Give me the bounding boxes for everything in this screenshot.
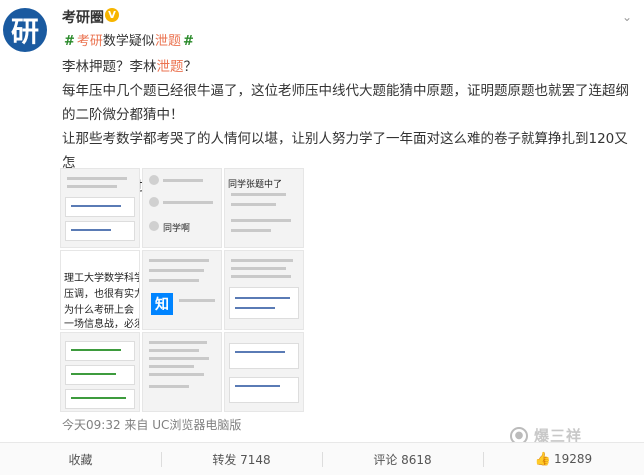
thumb-caption: 同学啊: [163, 224, 191, 234]
thumb-line: 为什么考研上会: [64, 305, 134, 316]
thumb-line: 一场信息战，必须会: [64, 319, 139, 330]
post-header: 研 考研圈 V ⌄ # 考研数学疑似泄题 #: [0, 0, 644, 58]
gallery-image-1[interactable]: [60, 168, 140, 248]
thumb-line: 理工大学数学科学学: [64, 273, 139, 284]
thumb-line: 压调，也很有实力，: [64, 289, 139, 300]
post-line-3: 的二阶微分都猜中！: [62, 107, 184, 123]
topic-tag[interactable]: # 考研数学疑似泄题 #: [62, 30, 196, 49]
gallery-image-7[interactable]: [60, 332, 140, 412]
comment-button[interactable]: 评论 8618: [322, 443, 483, 475]
gallery-image-9[interactable]: [224, 332, 304, 412]
thumbs-up-icon: 👍: [534, 451, 551, 467]
gallery-image-3[interactable]: 同学张题中了: [224, 168, 304, 248]
repost-button[interactable]: 转发 7148: [161, 443, 322, 475]
post-line-2: 每年压中几个题已经很牛逼了，这位老师压中线代大题能猜中原题，证明题原题也就罢了连…: [62, 83, 629, 99]
image-gallery: 同学啊 同学张题中了 理工大学数学科学学 压调，也很有实力， 为什么考研上会 一…: [60, 168, 312, 412]
topic-highlight: 泄题: [154, 34, 181, 49]
verified-badge-icon: V: [105, 8, 119, 22]
post-meta: 今天09:32 来自 UC浏览器电脑版: [62, 418, 242, 432]
gallery-image-2[interactable]: 同学啊: [142, 168, 222, 248]
zhihu-logo-icon: 知: [151, 293, 173, 315]
thumb-caption: 同学张题中了: [228, 180, 283, 190]
chevron-down-icon[interactable]: ⌄: [622, 10, 632, 24]
collect-button[interactable]: 收藏: [0, 443, 161, 475]
like-count: 19289: [554, 452, 593, 466]
highlight-link[interactable]: 泄题: [157, 59, 184, 75]
gallery-image-6[interactable]: [224, 250, 304, 330]
topic-hash-icon: #: [182, 34, 194, 49]
like-button[interactable]: 👍 19289: [483, 443, 644, 475]
post-line-1: 李林押题？李林泄题？: [62, 59, 197, 75]
author-name[interactable]: 考研圈: [62, 7, 104, 27]
topic-middle: 数学疑似: [102, 34, 155, 49]
gallery-image-8[interactable]: [142, 332, 222, 412]
author-avatar[interactable]: 研: [3, 8, 47, 52]
action-bar: 收藏 转发 7148 评论 8618 👍 19289: [0, 442, 644, 475]
gallery-image-4[interactable]: 理工大学数学科学学 压调，也很有实力， 为什么考研上会 一场信息战，必须会: [60, 250, 140, 330]
topic-prefix: 考研: [76, 34, 103, 49]
gallery-image-5[interactable]: 知: [142, 250, 222, 330]
topic-hash-icon: #: [64, 34, 75, 49]
